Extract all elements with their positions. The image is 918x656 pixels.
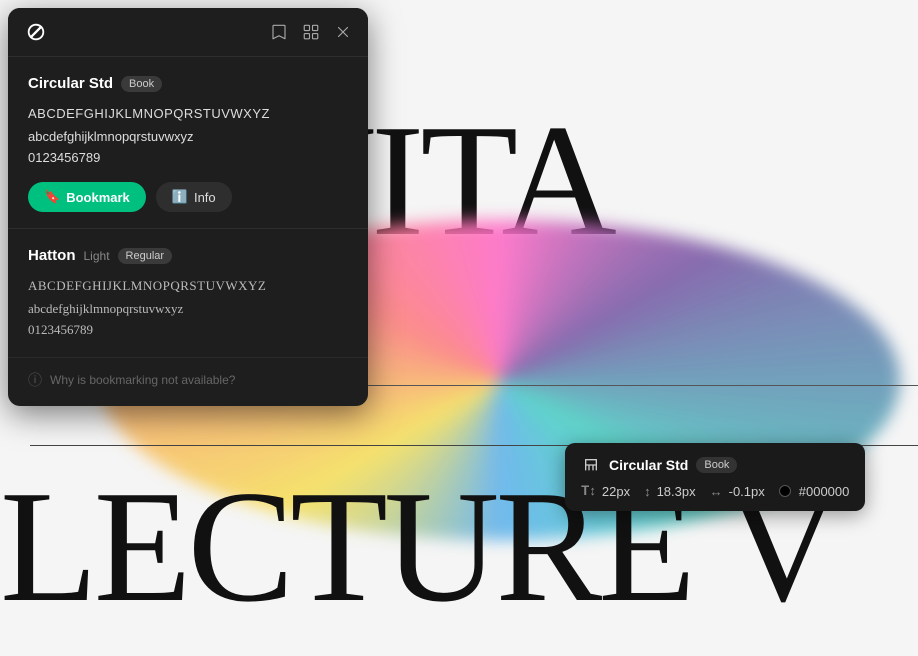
font-preview-circular-upper: ABCDEFGHIJKLMNOPQRSTUVWXYZ bbox=[28, 104, 348, 125]
footer-info-icon: ⓘ bbox=[28, 370, 42, 390]
compare-button[interactable] bbox=[300, 21, 322, 43]
tooltip-color-value: #000000 bbox=[799, 484, 850, 499]
tooltip-font-name: Circular Std bbox=[609, 457, 688, 473]
font-style-circular: Book bbox=[121, 76, 162, 92]
bird-logo-icon bbox=[25, 21, 47, 43]
font-type-icon bbox=[583, 457, 599, 473]
font-preview-hatton-lower: abcdefghijklmnopqrstuvwxyz bbox=[28, 299, 348, 320]
bookmark-header-button[interactable] bbox=[268, 21, 290, 43]
letter-spacing-icon: ↔ bbox=[710, 484, 723, 499]
font-entry-circular: Circular Std Book ABCDEFGHIJKLMNOPQRSTUV… bbox=[8, 56, 368, 228]
bookmark-icon: 🔖 bbox=[44, 189, 60, 205]
line-height-icon: ↕ bbox=[644, 484, 651, 499]
panel-header bbox=[8, 8, 368, 56]
bookmark-header-icon bbox=[270, 23, 288, 41]
tooltip-letterspacing-metric: ↔ -0.1px bbox=[710, 484, 765, 499]
info-button[interactable]: ℹ️ Info bbox=[156, 182, 232, 212]
font-entry-hatton-header: Hatton Light Regular bbox=[28, 247, 348, 264]
font-style-regular-hatton: Regular bbox=[118, 248, 173, 264]
footer-text[interactable]: Why is bookmarking not available? bbox=[50, 373, 235, 387]
font-entry-hatton: Hatton Light Regular ABCDEFGHIJKLMNOPQRS… bbox=[8, 228, 368, 356]
font-preview-circular-nums: 0123456789 bbox=[28, 148, 348, 169]
tooltip-lineheight-value: 18.3px bbox=[657, 484, 696, 499]
close-button[interactable] bbox=[332, 21, 354, 43]
font-inspector-panel: Circular Std Book ABCDEFGHIJKLMNOPQRSTUV… bbox=[8, 8, 368, 406]
bookmark-button[interactable]: 🔖 Bookmark bbox=[28, 182, 146, 212]
font-size-icon: 𝐓↕ bbox=[581, 483, 596, 499]
panel-actions bbox=[268, 21, 354, 43]
tooltip-size-value: 22px bbox=[602, 484, 630, 499]
font-actions-circular: 🔖 Bookmark ℹ️ Info bbox=[28, 182, 348, 212]
font-tooltip: Circular Std Book 𝐓↕ 22px ↕ 18.3px ↔ -0.… bbox=[565, 443, 865, 511]
tooltip-color-metric: #000000 bbox=[779, 484, 850, 499]
tooltip-size-metric: 𝐓↕ 22px bbox=[581, 483, 630, 499]
font-style-light-hatton: Light bbox=[84, 249, 110, 263]
color-swatch bbox=[779, 485, 791, 497]
compare-icon bbox=[302, 23, 320, 41]
info-button-label: Info bbox=[194, 190, 216, 205]
tooltip-metrics: 𝐓↕ 22px ↕ 18.3px ↔ -0.1px #000000 bbox=[581, 483, 849, 499]
tooltip-lineheight-metric: ↕ 18.3px bbox=[644, 484, 696, 499]
font-preview-hatton-upper: ABCDEFGHIJKLMNOPQRSTUVWXYZ bbox=[28, 276, 348, 297]
info-icon: ℹ️ bbox=[172, 189, 188, 205]
font-name-hatton: Hatton bbox=[28, 247, 76, 264]
app-logo bbox=[22, 18, 50, 46]
font-preview-circular-lower: abcdefghijklmnopqrstuvwxyz bbox=[28, 127, 348, 148]
tooltip-font-icon bbox=[581, 455, 601, 475]
tooltip-header: Circular Std Book bbox=[581, 455, 849, 475]
font-preview-hatton-nums: 0123456789 bbox=[28, 320, 348, 341]
tooltip-style-badge: Book bbox=[696, 457, 737, 473]
panel-footer: ⓘ Why is bookmarking not available? bbox=[8, 357, 368, 406]
bookmark-button-label: Bookmark bbox=[66, 190, 130, 205]
close-icon bbox=[334, 23, 352, 41]
tooltip-letterspacing-value: -0.1px bbox=[729, 484, 765, 499]
font-entry-circular-header: Circular Std Book bbox=[28, 75, 348, 92]
font-name-circular: Circular Std bbox=[28, 75, 113, 92]
